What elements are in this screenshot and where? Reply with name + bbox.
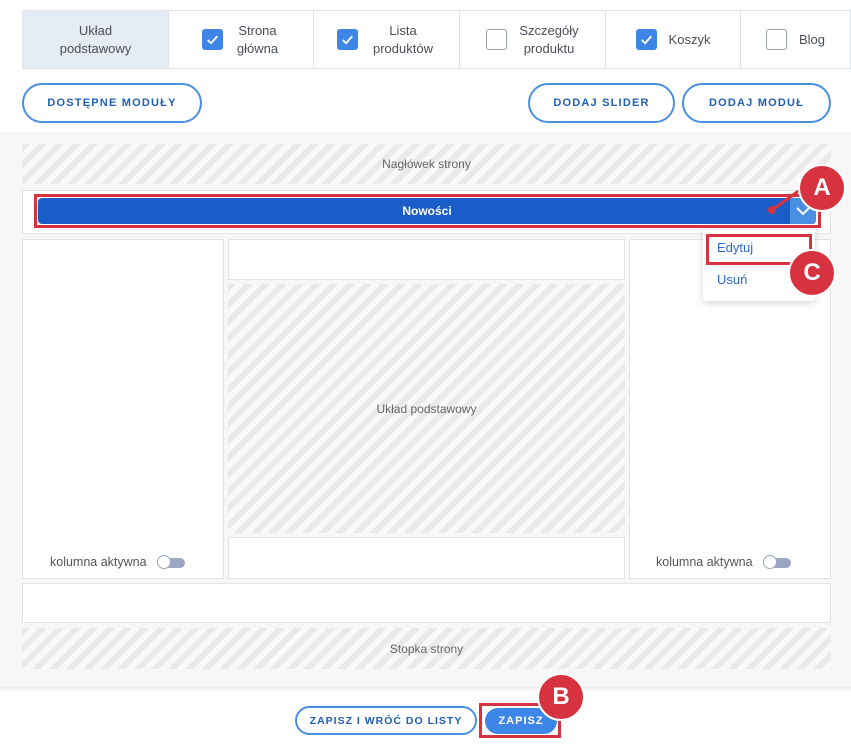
- module-bar-nowosci[interactable]: Nowości: [38, 198, 816, 224]
- page-header-label: Nagłówek strony: [382, 157, 471, 171]
- add-slider-button[interactable]: DODAJ SLIDER: [528, 83, 675, 123]
- right-column-toggle[interactable]: [762, 555, 791, 569]
- tab-blog[interactable]: Blog: [741, 11, 850, 68]
- left-column-active-label: kolumna aktywna: [50, 555, 147, 569]
- tab-product-list[interactable]: Lista produktów: [314, 11, 460, 68]
- annotation-badge-a: A: [798, 164, 846, 212]
- tab-product-details[interactable]: Szczegóły produktu: [460, 11, 606, 68]
- tab-basic-layout[interactable]: Układ podstawowy: [23, 11, 169, 68]
- checkbox-checked-icon[interactable]: [201, 29, 223, 50]
- bottom-module-row: [22, 583, 831, 623]
- checkbox-unchecked-icon[interactable]: [486, 29, 507, 50]
- center-main-zone: Układ podstawowy: [228, 284, 625, 533]
- tab-label: Szczegóły produktu: [519, 22, 579, 56]
- tab-home-page[interactable]: Strona główna: [169, 11, 314, 68]
- save-and-back-button[interactable]: ZAPISZ I WRÓĆ DO LISTY: [295, 706, 477, 735]
- right-column-active-label: kolumna aktywna: [656, 555, 753, 569]
- tab-label: Układ podstawowy: [59, 22, 132, 56]
- checkbox-checked-icon[interactable]: [337, 29, 358, 50]
- annotation-badge-b: B: [537, 673, 585, 721]
- tab-label: Lista produktów: [373, 22, 433, 56]
- page-footer-zone: Stopka strony: [22, 628, 831, 669]
- footer-separator: [0, 687, 851, 693]
- left-column-switch-row: kolumna aktywna: [50, 555, 185, 569]
- available-modules-button[interactable]: DOSTĘPNE MODUŁY: [22, 83, 202, 123]
- tab-cart[interactable]: Koszyk: [606, 11, 741, 68]
- delete-menu-item[interactable]: Usuń: [717, 272, 747, 287]
- checkbox-checked-icon[interactable]: [635, 29, 657, 50]
- tab-label: Blog: [798, 31, 826, 47]
- center-main-label: Układ podstawowy: [376, 401, 477, 416]
- module-name: Nowości: [402, 204, 452, 218]
- layout-tabs: Układ podstawowy Strona główna Lista pro…: [22, 10, 851, 69]
- page-header-zone: Nagłówek strony: [22, 144, 831, 184]
- edit-menu-item[interactable]: Edytuj: [717, 240, 753, 255]
- center-top-slot: [228, 239, 625, 280]
- left-column-toggle[interactable]: [156, 555, 185, 569]
- center-bottom-slot: [228, 537, 625, 579]
- add-module-button[interactable]: DODAJ MODUŁ: [682, 83, 831, 123]
- annotation-badge-c: C: [788, 249, 836, 297]
- tab-label: Strona główna: [236, 22, 279, 56]
- checkbox-unchecked-icon[interactable]: [765, 29, 787, 50]
- right-column-switch-row: kolumna aktywna: [656, 555, 791, 569]
- page-footer-label: Stopka strony: [389, 641, 464, 656]
- left-column: [22, 239, 224, 579]
- tab-label: Koszyk: [668, 31, 711, 47]
